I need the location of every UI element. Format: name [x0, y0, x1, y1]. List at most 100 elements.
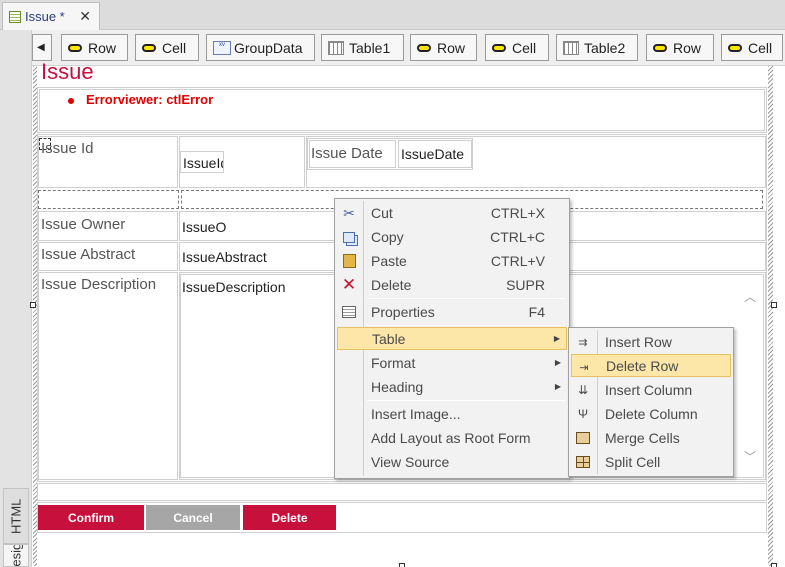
menu-item-shortcut: SUPR	[506, 276, 545, 293]
confirm-button[interactable]: Confirm	[38, 505, 144, 530]
submenu-item-label: Insert Column	[605, 381, 693, 398]
submenu-item-insert-column[interactable]: ⇊ Insert Column	[571, 378, 731, 401]
cell-pill-icon	[728, 43, 742, 52]
menu-item-label: View Source	[371, 453, 450, 470]
breadcrumb-cell[interactable]: Cell	[721, 34, 783, 61]
menu-item-shortcut: CTRL+V	[490, 252, 545, 269]
table-grid-icon	[563, 40, 579, 55]
submenu-item-label: Delete Column	[605, 405, 698, 422]
menu-item-label: Heading	[371, 378, 424, 395]
breadcrumb-table1[interactable]: Table1	[321, 34, 404, 61]
breadcrumb-label: Row	[437, 39, 466, 56]
issue-id-control[interactable]: IssueId	[180, 151, 224, 173]
form-title: Issue	[41, 59, 94, 80]
breadcrumb-groupdata[interactable]: xv GroupData	[206, 34, 315, 61]
submenu-item-delete-row[interactable]: ⇥ Delete Row	[571, 354, 731, 377]
empty-cell-left[interactable]	[38, 190, 179, 209]
paste-icon	[341, 253, 357, 269]
tab-html[interactable]: HTML	[3, 488, 29, 544]
chevron-left-icon: ◀	[37, 42, 45, 53]
scroll-up-icon[interactable]: ︿	[744, 288, 756, 305]
menu-item-label: Insert Image...	[371, 405, 461, 422]
menu-item-insert-image[interactable]: Insert Image...	[337, 402, 567, 425]
menu-item-label: Copy	[371, 228, 404, 245]
submenu-arrow-icon: ▶	[554, 358, 561, 367]
groupdata-icon: xv	[213, 40, 231, 55]
merge-cells-icon	[575, 430, 591, 446]
menu-item-cut[interactable]: ✂ Cut CTRL+X	[337, 201, 567, 224]
breadcrumb-label: Row	[88, 39, 117, 56]
breadcrumb-cell[interactable]: Cell	[485, 34, 549, 61]
issue-abstract-control[interactable]: IssueAbstract	[182, 249, 267, 265]
error-viewer: Errorviewer: ctlError	[68, 92, 213, 107]
properties-icon	[341, 304, 357, 320]
cell-pill-icon	[492, 43, 506, 52]
submenu-item-label: Merge Cells	[605, 429, 680, 446]
selection-hatch-right	[768, 66, 773, 566]
insert-column-icon: ⇊	[577, 383, 589, 397]
error-viewer-text: Errorviewer: ctlError	[86, 92, 214, 107]
menu-item-copy[interactable]: Copy CTRL+C	[337, 225, 567, 248]
delete-x-icon: ✕	[341, 275, 357, 294]
breadcrumb-row[interactable]: Row	[646, 34, 714, 61]
menu-item-heading[interactable]: Heading ▶	[337, 375, 567, 398]
document-tab-strip: Issue * ✕	[0, 0, 785, 30]
menu-item-delete[interactable]: ✕ Delete SUPR	[337, 273, 567, 296]
resize-handle-right[interactable]	[771, 302, 777, 308]
issue-date-label: Issue Date	[311, 145, 383, 162]
close-icon[interactable]: ✕	[79, 8, 91, 25]
menu-item-shortcut: CTRL+X	[490, 204, 545, 221]
menu-separator	[367, 325, 565, 326]
issue-owner-label: Issue Owner	[41, 216, 126, 233]
submenu-item-merge-cells[interactable]: Merge Cells	[571, 426, 731, 449]
menu-item-add-layout-as-root-form[interactable]: Add Layout as Root Form	[337, 426, 567, 449]
resize-handle-bottom-right[interactable]	[771, 563, 777, 567]
issue-id-control-text: IssueId	[183, 155, 224, 171]
tab-design[interactable]: Design	[3, 544, 29, 567]
submenu-item-label: Insert Row	[605, 333, 672, 350]
table-grid-icon	[328, 40, 344, 55]
menu-item-properties[interactable]: Properties F4	[337, 300, 567, 323]
row-pill-icon	[653, 43, 667, 52]
menu-item-label: Properties	[371, 303, 435, 320]
row-pill-icon	[417, 43, 431, 52]
document-tab-issue[interactable]: Issue * ✕	[2, 2, 100, 30]
menu-item-table[interactable]: Table ▶	[337, 327, 567, 350]
breadcrumb-label: Cell	[748, 39, 773, 56]
submenu-item-delete-column[interactable]: Ψ Delete Column	[571, 402, 731, 425]
breadcrumb-label: Table2	[584, 39, 626, 56]
resize-handle-left[interactable]	[30, 302, 36, 308]
row-pill-icon	[68, 43, 82, 52]
menu-item-label: Paste	[371, 252, 407, 269]
menu-item-view-source[interactable]: View Source	[337, 450, 567, 473]
menu-item-format[interactable]: Format ▶	[337, 351, 567, 374]
delete-row-icon: ⇥	[579, 361, 589, 374]
insert-row-icon: ⇉	[578, 336, 588, 349]
delete-button[interactable]: Delete	[243, 505, 336, 530]
breadcrumb-cell[interactable]: Cell	[135, 34, 199, 61]
resize-handle-bottom[interactable]	[399, 563, 405, 567]
issue-owner-control[interactable]: IssueO	[182, 219, 226, 235]
submenu-arrow-icon: ▶	[554, 382, 561, 391]
split-cell-icon	[575, 454, 591, 470]
breadcrumb-label: GroupData	[234, 39, 303, 56]
issue-description-label-cell[interactable]	[38, 272, 178, 480]
empty-row[interactable]	[37, 483, 767, 501]
submenu-item-label: Split Cell	[605, 453, 661, 470]
breadcrumb-row[interactable]: Row	[410, 34, 477, 61]
context-menu: ✂ Cut CTRL+X Copy CTRL+C Paste CTRL+V ✕ …	[334, 198, 570, 479]
breadcrumb-table2[interactable]: Table2	[556, 34, 638, 61]
breadcrumb-label: Row	[673, 39, 702, 56]
menu-separator	[367, 298, 565, 299]
table-submenu: ⇉ Insert Row ⇥ Delete Row ⇊ Insert Colum…	[568, 327, 734, 477]
menu-item-shortcut: F4	[528, 303, 545, 320]
menu-item-label: Format	[371, 354, 416, 371]
view-tab-strip: HTML Design	[0, 30, 32, 567]
submenu-item-insert-row[interactable]: ⇉ Insert Row	[571, 330, 731, 353]
menu-item-paste[interactable]: Paste CTRL+V	[337, 249, 567, 272]
cancel-button[interactable]: Cancel	[146, 505, 240, 530]
scroll-down-icon[interactable]: ﹀	[744, 448, 756, 465]
cell-pill-icon	[142, 43, 156, 52]
submenu-item-split-cell[interactable]: Split Cell	[571, 450, 731, 473]
submenu-arrow-icon: ▶	[553, 334, 560, 343]
